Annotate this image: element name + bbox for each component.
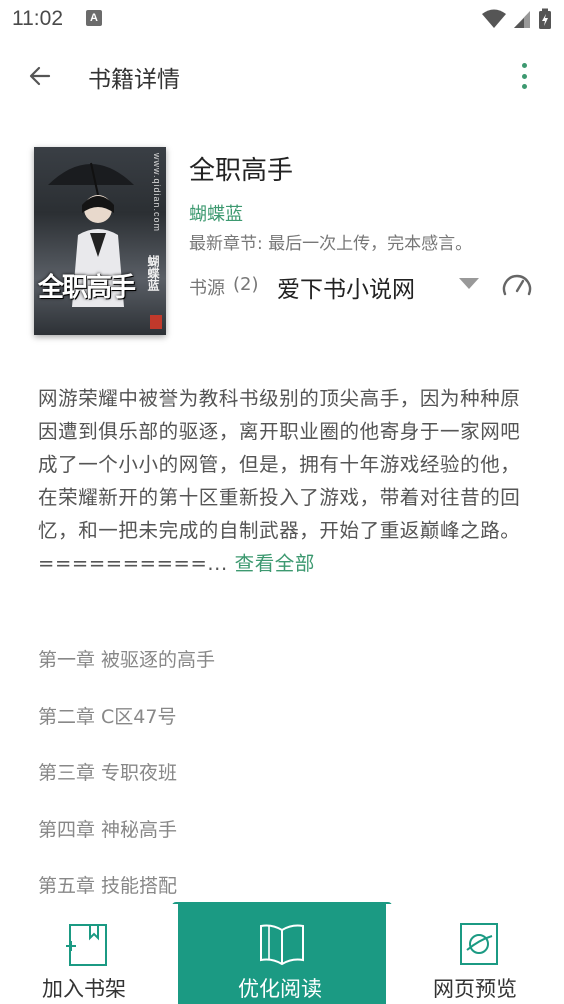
add-to-shelf-button[interactable]: 加入书架 [0, 904, 175, 1004]
latest-chapter: 最新章节: 最后一次上传，完本感言。 [189, 229, 472, 254]
cover-site-text: www.qidian.com [152, 153, 162, 233]
source-row[interactable]: 书源 (2) 爱下书小说网 [189, 268, 534, 304]
latest-chapter-label: 最新章节: [189, 234, 269, 254]
intro-text: 网游荣耀中被誉为教科书级别的顶尖高手，因为种种原因遭到俱乐部的驱逐，离开职业圈的… [38, 387, 521, 575]
page-title: 书籍详情 [88, 67, 180, 93]
status-icons [482, 8, 552, 30]
dropdown-triangle-icon[interactable] [459, 278, 479, 290]
optimized-read-label: 优化阅读 [238, 977, 322, 1001]
battery-icon [539, 8, 551, 29]
book-intro: 网游荣耀中被誉为教科书级别的顶尖高手，因为种种原因遭到俱乐部的驱逐，离开职业圈的… [38, 382, 524, 580]
add-to-shelf-label: 加入书架 [42, 977, 126, 1001]
chapter-list: 第一章 被驱逐的高手 第二章 C区47号 第三章 专职夜班 第四章 神秘高手 第… [38, 638, 528, 921]
bottom-action-bar: 加入书架 优化阅读 网页预览 [0, 904, 564, 1004]
chapter-item[interactable]: 第三章 专职夜班 [38, 751, 528, 808]
browser-icon [460, 923, 498, 965]
source-count: (2) [233, 274, 259, 295]
optimized-read-button[interactable]: 优化阅读 [178, 904, 386, 1004]
web-preview-label: 网页预览 [433, 977, 517, 1001]
chapter-item[interactable]: 第四章 神秘高手 [38, 808, 528, 865]
arrow-left-icon [29, 66, 51, 86]
cover-badge [150, 315, 162, 329]
bookmark-add-icon [66, 924, 107, 966]
more-vert-dot [521, 73, 527, 79]
chapter-item[interactable]: 第一章 被驱逐的高手 [38, 638, 528, 695]
app-bar: 书籍详情 [0, 38, 564, 114]
notification-icon: A [86, 10, 102, 26]
book-cover[interactable]: www.qidian.com 蝴蝶蓝 全职高手 [34, 147, 166, 335]
wifi-icon [482, 9, 506, 28]
book-title: 全职高手 [189, 156, 294, 186]
source-name[interactable]: 爱下书小说网 [277, 270, 415, 304]
web-preview-button[interactable]: 网页预览 [389, 904, 564, 1004]
more-options-button[interactable] [514, 60, 534, 92]
status-time: 11:02 [12, 7, 63, 30]
view-all-link[interactable]: 查看全部 [235, 552, 315, 575]
source-label: 书源 [189, 278, 225, 299]
speed-test-icon[interactable] [501, 270, 533, 300]
latest-chapter-text: 最后一次上传，完本感言。 [268, 234, 473, 254]
status-bar: 11:02 A [0, 0, 564, 38]
book-author[interactable]: 蝴蝶蓝 [189, 200, 243, 226]
more-vert-icon [521, 63, 527, 68]
chapter-item[interactable]: 第二章 C区47号 [38, 695, 528, 752]
more-vert-dot [521, 84, 527, 89]
cover-title-text: 全职高手 [38, 273, 136, 303]
signal-icon [514, 11, 530, 28]
cover-author-text: 蝴蝶蓝 [146, 255, 160, 291]
open-book-icon [260, 924, 304, 966]
back-button[interactable] [22, 58, 58, 94]
